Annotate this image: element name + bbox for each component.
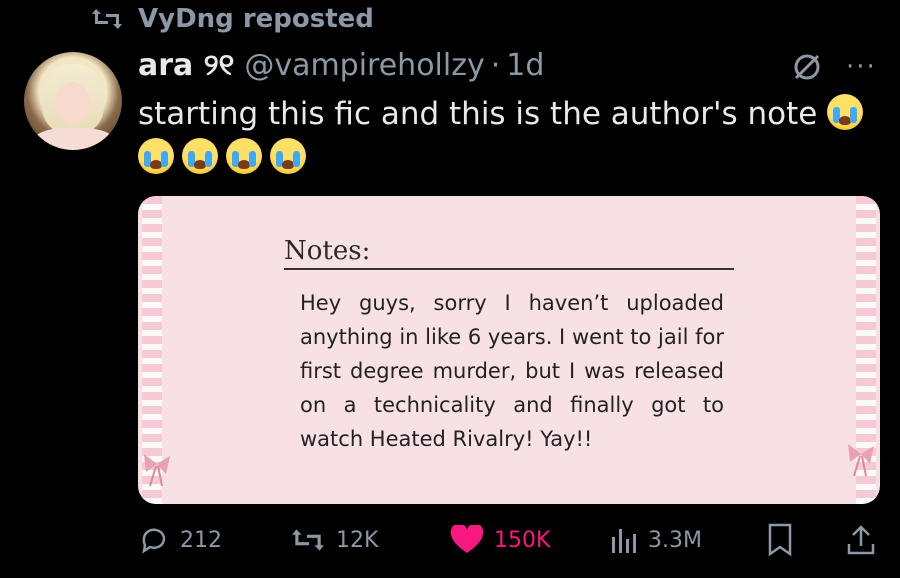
- repost-button[interactable]: 12K: [290, 526, 378, 554]
- views-icon: [612, 529, 636, 553]
- tweet-media-image[interactable]: Notes: Hey guys, sorry I haven’t uploade…: [138, 196, 880, 504]
- loudly-crying-face-icon: [182, 138, 218, 174]
- avatar[interactable]: [24, 52, 122, 150]
- author-handle[interactable]: @vampirehollzy: [244, 48, 484, 83]
- more-options-icon[interactable]: ···: [846, 52, 877, 82]
- tweet-actions-bar: 212 12K 150K 3.3M: [138, 518, 878, 562]
- loudly-crying-face-icon: [827, 94, 864, 130]
- repost-count: 12K: [336, 527, 379, 553]
- reply-icon: [142, 528, 166, 554]
- share-button[interactable]: [846, 524, 886, 556]
- tweet-text: starting this fic and this is the author…: [138, 92, 878, 180]
- tweet-header: ara ୨୧ @vampirehollzy · 1d: [138, 45, 544, 85]
- separator-dot: ·: [490, 47, 501, 83]
- repost-icon: [92, 9, 122, 29]
- repost-label: VyDng reposted: [138, 4, 374, 34]
- bow-icon: [144, 454, 170, 486]
- loudly-crying-face-icon: [226, 138, 262, 174]
- repost-indicator[interactable]: VyDng reposted: [90, 2, 374, 36]
- views-button[interactable]: 3.3M: [608, 525, 702, 555]
- loudly-crying-face-icon: [270, 138, 306, 174]
- timestamp[interactable]: 1d: [506, 48, 544, 83]
- notes-title: Notes:: [284, 236, 734, 270]
- view-count: 3.3M: [648, 527, 702, 553]
- tweet-top-actions: ···: [790, 50, 877, 84]
- tweet-body: starting this fic and this is the author…: [138, 96, 818, 132]
- notes-panel: Notes: Hey guys, sorry I haven’t uploade…: [162, 196, 856, 504]
- bookmark-button[interactable]: [766, 523, 804, 557]
- bow-icon: [848, 444, 874, 476]
- repost-icon: [292, 529, 324, 551]
- share-icon: [847, 525, 875, 555]
- heart-icon: [450, 525, 484, 553]
- author-name[interactable]: ara ୨୧: [138, 48, 234, 83]
- reply-button[interactable]: 212: [138, 524, 222, 556]
- reply-count: 212: [180, 527, 222, 553]
- bookmark-icon: [768, 523, 792, 557]
- like-button[interactable]: 150K: [450, 525, 550, 555]
- grok-icon[interactable]: [790, 50, 824, 84]
- loudly-crying-face-icon: [138, 138, 174, 174]
- like-count: 150K: [494, 527, 551, 553]
- notes-body: Hey guys, sorry I haven’t uploaded anyth…: [300, 291, 724, 451]
